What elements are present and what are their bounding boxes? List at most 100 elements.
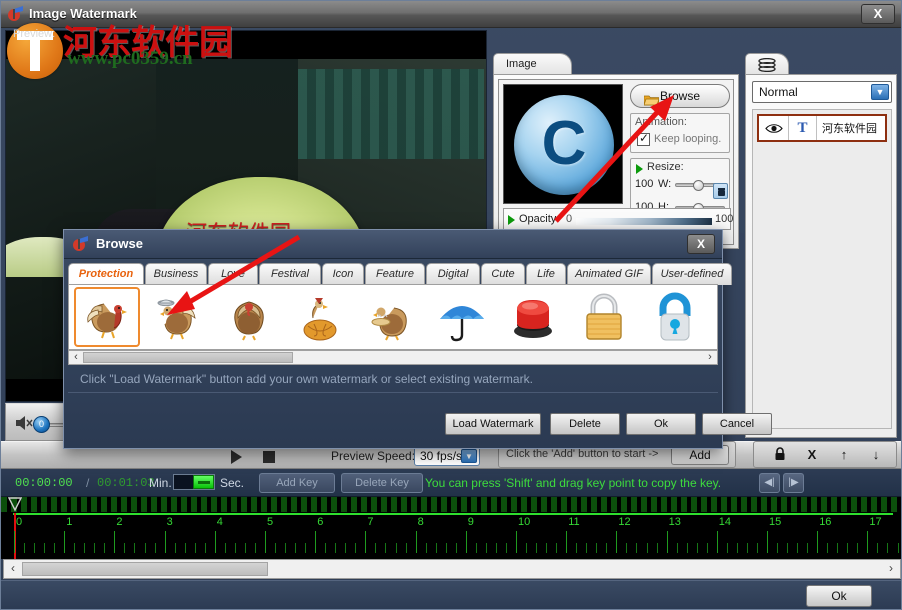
lock-aspect-icon[interactable] — [713, 183, 728, 199]
timeline-major-tick — [616, 531, 617, 553]
delete-icon[interactable]: X — [800, 446, 824, 465]
thumbnail-turkey-pie[interactable] — [358, 287, 424, 347]
ok-button[interactable]: Ok — [626, 413, 696, 435]
thumbnail-padlock[interactable] — [571, 287, 637, 347]
tab-protection[interactable]: Protection — [68, 263, 144, 285]
opacity-max-value: 100 — [715, 213, 733, 225]
list-item[interactable]: T 河东软件园 — [757, 114, 887, 142]
timeline-minor-tick — [707, 543, 708, 553]
stop-icon[interactable] — [263, 451, 275, 463]
move-up-icon[interactable]: ↑ — [832, 446, 856, 465]
gallery-scroll-thumb[interactable] — [83, 352, 293, 363]
delete-key-button[interactable]: Delete Key — [341, 473, 423, 493]
timeline-minor-tick — [175, 543, 176, 553]
tab-feature[interactable]: Feature — [365, 263, 425, 285]
tab-love[interactable]: Love — [208, 263, 258, 285]
scroll-right-icon[interactable]: › — [883, 561, 899, 577]
animation-group: Animation: Keep looping. — [630, 113, 730, 153]
scroll-right-icon[interactable]: › — [703, 351, 717, 364]
tab-business[interactable]: Business — [145, 263, 207, 285]
timeline-major-tick — [315, 531, 316, 553]
timeline-major-tick — [566, 531, 567, 553]
load-watermark-button[interactable]: Load Watermark — [445, 413, 541, 435]
scroll-left-icon[interactable]: ‹ — [69, 351, 83, 364]
mute-speaker-icon[interactable] — [15, 415, 35, 431]
timeline-minor-tick — [486, 543, 487, 553]
next-key-icon[interactable]: |▶ — [783, 473, 804, 493]
layers-body: Normal ▼ T 河东软件园 — [745, 74, 897, 438]
tab-image-watermark[interactable]: Image Watermark — [493, 53, 572, 75]
timeline-minor-tick — [807, 543, 808, 553]
tab-life[interactable]: Life — [526, 263, 566, 285]
thumbnail-turkey-waiter[interactable] — [145, 287, 211, 347]
thumbnail-umbrella[interactable] — [429, 287, 495, 347]
width-slider-knob[interactable] — [693, 180, 704, 191]
timeline-tick-label: 9 — [468, 516, 474, 528]
browse-dialog-close-button[interactable]: X — [687, 234, 715, 254]
timeline-minor-tick — [626, 543, 627, 553]
thumbnail-turkey-standing[interactable] — [216, 287, 282, 347]
chevron-down-icon[interactable]: ▼ — [461, 449, 477, 463]
timeline-scrollbar[interactable]: ‹ › — [3, 559, 901, 579]
timeline-tick-label: 3 — [167, 516, 173, 528]
timeline-minor-tick — [104, 543, 105, 553]
keep-looping-checkbox[interactable] — [637, 133, 650, 146]
thumbnail-blue-lock[interactable] — [642, 287, 708, 347]
timeline-major-tick — [365, 531, 366, 553]
ok-button[interactable]: Ok — [806, 585, 872, 607]
timeline-minor-tick — [877, 543, 878, 553]
timeline-tick-label: 15 — [769, 516, 781, 528]
move-down-icon[interactable]: ↓ — [864, 446, 888, 465]
timeline-minor-tick — [827, 543, 828, 553]
tab-icon[interactable]: Icon — [322, 263, 364, 285]
layers-list[interactable]: T 河东软件园 — [752, 109, 892, 429]
browse-button[interactable]: Browse — [630, 84, 730, 108]
opacity-slider[interactable] — [576, 218, 712, 225]
volume-knob[interactable]: 0 — [33, 416, 50, 433]
preview-label: Preview: — [13, 28, 55, 40]
eye-icon[interactable] — [759, 116, 789, 140]
timeline-minor-tick — [496, 543, 497, 553]
timeline-minor-tick — [225, 543, 226, 553]
scroll-left-icon[interactable]: ‹ — [5, 561, 21, 577]
timeline-minor-tick — [546, 543, 547, 553]
play-icon[interactable] — [231, 450, 242, 464]
blend-mode-select[interactable]: Normal ▼ — [752, 81, 892, 103]
tab-festival[interactable]: Festival — [259, 263, 321, 285]
tab-animated-gif[interactable]: Animated GIF — [567, 263, 651, 285]
add-key-button[interactable]: Add Key — [259, 473, 335, 493]
tab-digital[interactable]: Digital — [426, 263, 480, 285]
tab-layers[interactable] — [745, 53, 789, 75]
delete-button[interactable]: Delete — [550, 413, 620, 435]
timeline-minor-tick — [396, 543, 397, 553]
lock-icon[interactable] — [768, 446, 792, 465]
thumbnail-turkey[interactable] — [74, 287, 140, 347]
thumbnail-red-button[interactable] — [500, 287, 566, 347]
timeline-minor-tick — [857, 543, 858, 553]
timeline-major-tick — [717, 531, 718, 553]
timeline-scroll-thumb[interactable] — [22, 562, 268, 576]
thumbnail-turkey-pumpkin[interactable] — [287, 287, 353, 347]
tab-cute[interactable]: Cute — [481, 263, 525, 285]
watermark-preview-thumbnail[interactable] — [503, 84, 623, 204]
timeline-header: 00:00:00 / 00:01:03 Min. Sec. Add Key De… — [1, 469, 902, 497]
add-hint-text: Click the 'Add' button to start -> — [506, 448, 658, 460]
timeline-minor-tick — [677, 543, 678, 553]
timeline-minor-tick — [657, 543, 658, 553]
preview-speed-select[interactable]: 30 fps/s ▼ — [414, 446, 480, 466]
watermark-gallery[interactable] — [68, 284, 718, 350]
expand-triangle-icon — [508, 215, 515, 225]
preview-speed-label: Preview Speed: — [331, 449, 415, 463]
timeline-minor-tick — [536, 543, 537, 553]
timeline-minor-tick — [576, 543, 577, 553]
chevron-down-icon[interactable]: ▼ — [871, 84, 889, 100]
timeline-ruler[interactable]: 01234567891011121314151617 — [1, 497, 902, 559]
gallery-scrollbar[interactable]: ‹ › — [68, 350, 718, 365]
timeline-tick-label: 2 — [116, 516, 122, 528]
previous-key-icon[interactable]: ◀| — [759, 473, 780, 493]
min-sec-slider-thumb[interactable] — [193, 475, 214, 489]
tab-user-defined[interactable]: User-defined — [652, 263, 732, 285]
playhead-marker-icon[interactable] — [8, 497, 22, 513]
close-button[interactable]: X — [861, 4, 895, 24]
cancel-button[interactable]: Cancel — [702, 413, 772, 435]
